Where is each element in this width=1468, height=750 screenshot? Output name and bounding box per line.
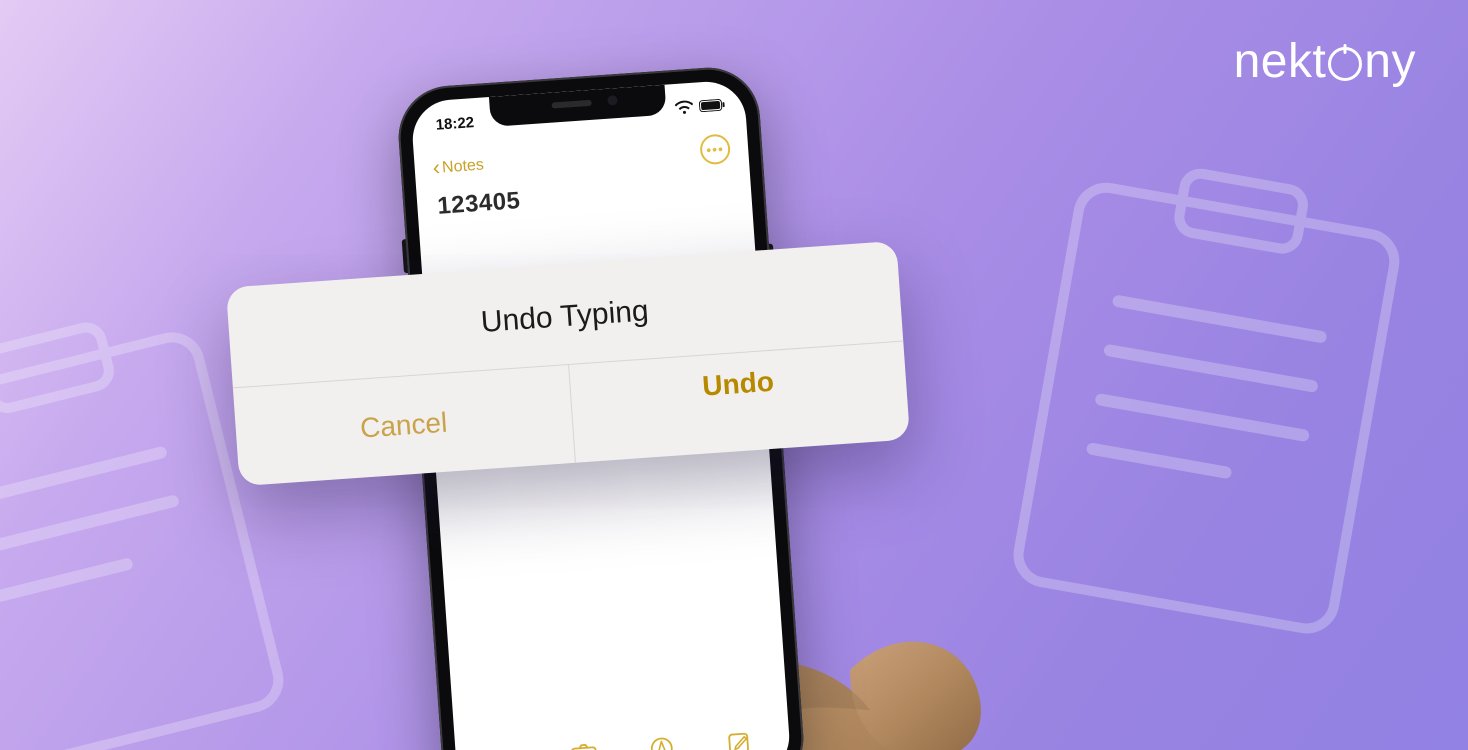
back-label: Notes <box>442 157 485 178</box>
status-time: 18:22 <box>435 114 474 134</box>
battery-icon <box>699 99 726 113</box>
markup-icon[interactable] <box>647 734 677 750</box>
back-button[interactable]: ‹ Notes <box>432 155 485 181</box>
bg-clipboard-right <box>991 141 1445 660</box>
more-options-button[interactable]: ••• <box>699 133 731 165</box>
chevron-left-icon: ‹ <box>432 157 441 179</box>
brand-logo: nekt ny <box>1234 34 1416 89</box>
notes-toolbar <box>455 716 792 750</box>
checklist-icon[interactable] <box>492 744 522 750</box>
brand-text-2: ny <box>1364 34 1416 89</box>
brand-text-1: nekt <box>1234 34 1327 89</box>
compose-icon[interactable] <box>724 728 754 750</box>
undo-dialog: Undo Typing Cancel Undo <box>226 241 910 486</box>
camera-icon[interactable] <box>569 739 599 750</box>
power-icon <box>1328 47 1362 81</box>
wifi-icon <box>675 100 694 115</box>
ellipsis-icon: ••• <box>706 141 725 158</box>
